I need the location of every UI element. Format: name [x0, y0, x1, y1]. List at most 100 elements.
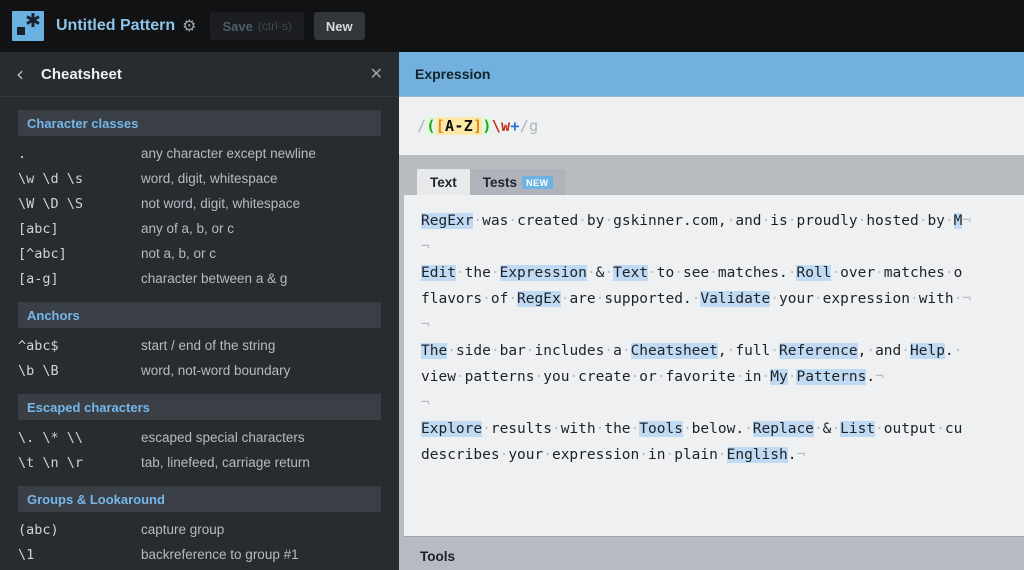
cheatsheet-row-description: tab, linefeed, carriage return [141, 455, 310, 470]
space-dot: · [901, 343, 910, 359]
cheatsheet-section-title: Character classes [27, 115, 139, 131]
cheatsheet-section-title: Escaped characters [27, 399, 150, 415]
cheatsheet-row[interactable]: [^abc] not a, b, or c [0, 241, 399, 266]
return-mark: ¬ [796, 447, 806, 463]
cheatsheet-section-header[interactable]: Anchors [18, 302, 381, 328]
cheatsheet-row-syntax: [abc] [18, 220, 59, 237]
cheatsheet-row[interactable]: . any character except newline [0, 141, 399, 166]
cheatsheet-row-syntax: [^abc] [18, 245, 67, 262]
text-line: flavors·of·RegEx·are·supported.·Validate… [421, 286, 1024, 312]
back-chevron-icon[interactable]: ‹ [16, 64, 24, 84]
match-token: Explore [421, 421, 483, 437]
cheatsheet-section-header[interactable]: Groups & Lookaround [18, 486, 381, 512]
cheatsheet-row-description: any of a, b, or c [141, 221, 235, 236]
match-token: List [840, 421, 876, 437]
match-token: The [421, 343, 448, 359]
tools-header[interactable]: Tools [404, 536, 1024, 570]
space-dot: · [508, 291, 518, 307]
space-dot: · [875, 265, 884, 281]
match-token: My [770, 369, 788, 385]
cheatsheet-row-syntax: \1 [18, 546, 35, 563]
match-token: Expression [499, 265, 587, 281]
cheatsheet-row[interactable]: \w \d \s word, digit, whitespace [0, 166, 399, 191]
text-token: . [944, 343, 954, 359]
expr-set-open: [ [435, 117, 446, 135]
cheatsheet-row[interactable]: \t \n \r tab, linefeed, carriage return [0, 450, 399, 475]
space-dot: · [936, 421, 945, 437]
text-token: you [543, 369, 570, 385]
asterisk-logo-icon[interactable]: ✱ [12, 11, 44, 41]
cheatsheet-row[interactable]: \b \B word, not-word boundary [0, 358, 399, 383]
cheatsheet-row-description: word, digit, whitespace [141, 171, 278, 186]
text-token: in [744, 369, 762, 385]
space-dot: · [813, 291, 823, 307]
new-button[interactable]: New [313, 12, 365, 40]
expr-flags: g [529, 117, 539, 135]
cheatsheet-section-header[interactable]: Character classes [18, 110, 381, 136]
text-line: Explore·results·with·the·Tools·below.·Re… [421, 416, 1024, 442]
text-token: or [639, 369, 657, 385]
text-editor[interactable]: RegExr·was·created·by·gskinner.com,·and·… [404, 195, 1024, 570]
cheatsheet-row[interactable]: \1 backreference to group #1 [0, 542, 399, 567]
space-dot: · [621, 343, 631, 359]
top-toolbar: ✱ Untitled Pattern ⚙ Save (ctrl-s) New [0, 0, 1024, 52]
cheatsheet-row-description: word, not-word boundary [141, 363, 291, 378]
text-line: describes·your·expression·in·plain·Engli… [421, 442, 1024, 468]
space-dot: · [447, 343, 456, 359]
text-token: by [586, 213, 605, 229]
cheatsheet-row[interactable]: (abc) capture group [0, 517, 399, 542]
text-tests-tabbar: Text Tests NEW [399, 155, 1024, 195]
text-token: gskinner.com, [613, 213, 727, 229]
space-dot: · [630, 369, 640, 385]
cheatsheet-row[interactable]: [abc] any of a, b, or c [0, 216, 399, 241]
space-dot: · [551, 421, 561, 437]
text-token: , [717, 343, 727, 359]
text-token: favorite [665, 369, 736, 385]
cheatsheet-row-description: character between a & g [141, 271, 288, 286]
pattern-title[interactable]: Untitled Pattern [56, 17, 175, 35]
gear-icon[interactable]: ⚙ [182, 18, 196, 34]
cheatsheet-row[interactable]: [a-g] character between a & g [0, 266, 399, 291]
cheatsheet-row-syntax: \W \D \S [18, 195, 84, 212]
space-dot: · [455, 265, 465, 281]
match-token: Roll [796, 265, 832, 281]
text-token: of [490, 291, 509, 307]
text-token: below. [691, 421, 745, 437]
text-token: see [682, 265, 710, 281]
return-mark: ¬ [421, 395, 430, 411]
text-token: includes [534, 343, 605, 359]
text-token: the [464, 265, 491, 281]
text-token: flavors [421, 291, 483, 307]
text-token: matches [883, 265, 945, 281]
return-mark: ¬ [875, 369, 884, 385]
cheatsheet-row[interactable]: \W \D \S not word, digit, whitespace [0, 191, 399, 216]
space-dot: · [543, 447, 552, 463]
save-button[interactable]: Save (ctrl-s) [210, 12, 304, 40]
text-token: are [569, 291, 596, 307]
cheatsheet-row[interactable]: ^abc$ start / end of the string [0, 333, 399, 358]
cheatsheet-row-description: backreference to group #1 [141, 547, 299, 562]
expression-input[interactable]: /([A-Z]) \w + / g [399, 97, 1024, 155]
cheatsheet-row-syntax: \t \n \r [18, 454, 84, 471]
text-token: full [735, 343, 771, 359]
text-token: results [490, 421, 552, 437]
match-token: Patterns [796, 369, 867, 385]
close-icon[interactable]: ✕ [370, 66, 383, 82]
match-token: Text [613, 265, 649, 281]
cheatsheet-row[interactable]: \. \* \\ escaped special characters [0, 425, 399, 450]
tab-tests[interactable]: Tests NEW [469, 169, 566, 195]
tab-text[interactable]: Text [417, 169, 470, 195]
space-dot: · [586, 265, 596, 281]
cheatsheet-section-header[interactable]: Escaped characters [18, 394, 381, 420]
space-dot: · [525, 343, 535, 359]
cheatsheet-row-description: escaped special characters [141, 430, 305, 445]
space-dot: · [508, 213, 518, 229]
space-dot: · [630, 421, 640, 437]
tools-header-title: Tools [420, 549, 455, 564]
space-dot: · [717, 447, 727, 463]
save-button-label: Save [222, 18, 253, 34]
space-dot: · [761, 213, 771, 229]
text-token: your [508, 447, 544, 463]
text-token: is [770, 213, 788, 229]
space-dot: · [499, 447, 509, 463]
